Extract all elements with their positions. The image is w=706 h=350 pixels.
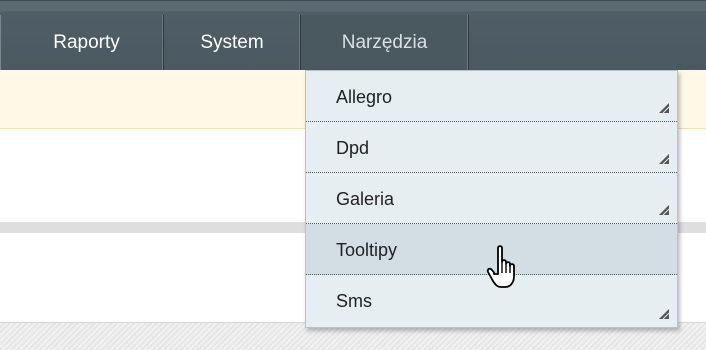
submenu-corner-icon bbox=[659, 103, 669, 113]
nav-item-raporty[interactable]: Raporty bbox=[0, 15, 164, 71]
submenu-corner-icon bbox=[659, 205, 669, 215]
submenu-corner-icon bbox=[659, 309, 669, 319]
menu-item-label: Sms bbox=[336, 291, 372, 311]
submenu-corner-icon bbox=[659, 154, 669, 164]
menu-item-label: Galeria bbox=[336, 189, 395, 209]
menu-item-allegro[interactable]: Allegro bbox=[306, 71, 677, 122]
menu-item-label: Dpd bbox=[336, 138, 370, 158]
menu-item-label: Tooltipy bbox=[336, 240, 398, 260]
top-navigation-bar: Raporty System Narzędzia bbox=[0, 0, 706, 71]
nav-item-system[interactable]: System bbox=[164, 15, 301, 71]
menu-item-dpd[interactable]: Dpd bbox=[306, 122, 677, 173]
nav-item-narzedzia[interactable]: Narzędzia bbox=[301, 15, 469, 71]
menu-item-galeria[interactable]: Galeria bbox=[306, 173, 677, 224]
hand-pointer-icon bbox=[486, 245, 515, 288]
menu-item-label: Allegro bbox=[336, 87, 393, 107]
